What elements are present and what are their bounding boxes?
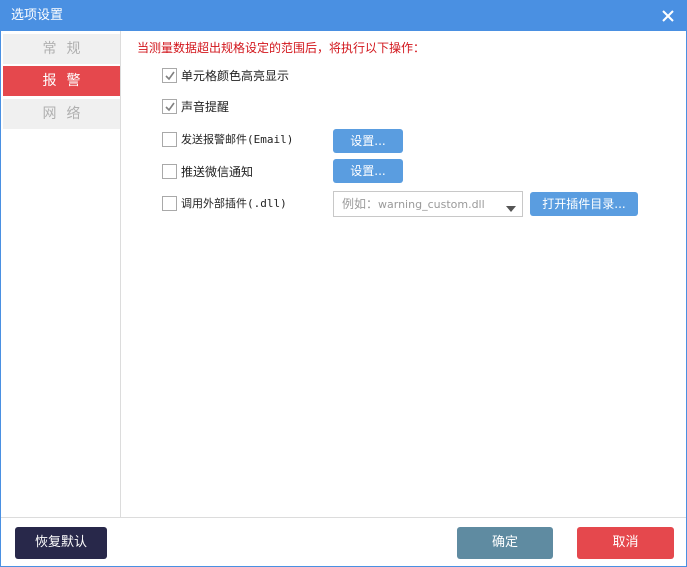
plugin-select-text: 例如：warning_custom.dll [342,197,485,212]
wechat-settings-button[interactable]: 设置... [333,159,403,183]
email-settings-button[interactable]: 设置... [333,129,403,153]
external-plugin-label: 调用外部插件(.dll) [181,197,287,210]
options-dialog: 选项设置 常规 报警 网络 当测量数据超出规格设定的范围后，将执行以下操作： 单… [0,0,687,567]
close-icon [662,10,674,22]
dialog-footer: 恢复默认 确定 取消 [1,517,686,566]
cancel-button[interactable]: 取消 [577,527,674,559]
cell-highlight-checkbox[interactable] [162,68,177,83]
plugin-example-prefix: 例如： [342,197,379,211]
sound-alert-label: 声音提醒 [181,100,230,114]
external-plugin-checkbox[interactable] [162,196,177,211]
email-alert-label: 发送报警邮件(Email) [181,133,294,146]
close-button[interactable] [658,6,678,26]
window-title: 选项设置 [11,8,64,23]
sidebar-item-general[interactable]: 常规 [3,34,120,64]
restore-defaults-button[interactable]: 恢复默认 [15,527,107,559]
wechat-push-label: 推送微信通知 [181,165,254,179]
sound-alert-checkbox[interactable] [162,99,177,114]
wechat-push-checkbox[interactable] [162,164,177,179]
plugin-example-value: warning_custom.dll [378,198,485,211]
open-plugin-dir-button[interactable]: 打开插件目录... [530,192,638,216]
title-bar: 选项设置 [1,1,686,31]
checkmark-icon [165,71,175,81]
checkmark-icon [165,102,175,112]
sidebar-item-alarm[interactable]: 报警 [3,66,120,96]
plugin-select[interactable]: 例如：warning_custom.dll [333,191,523,217]
alarm-intro-text: 当测量数据超出规格设定的范围后，将执行以下操作： [137,41,426,55]
alarm-settings-panel: 当测量数据超出规格设定的范围后，将执行以下操作： 单元格颜色高亮显示 声音提醒 … [122,31,686,517]
chevron-down-icon [506,201,516,215]
cell-highlight-label: 单元格颜色高亮显示 [181,69,290,83]
email-alert-checkbox[interactable] [162,132,177,147]
sidebar: 常规 报警 网络 [1,31,121,517]
sidebar-item-network[interactable]: 网络 [3,99,120,129]
ok-button[interactable]: 确定 [457,527,553,559]
